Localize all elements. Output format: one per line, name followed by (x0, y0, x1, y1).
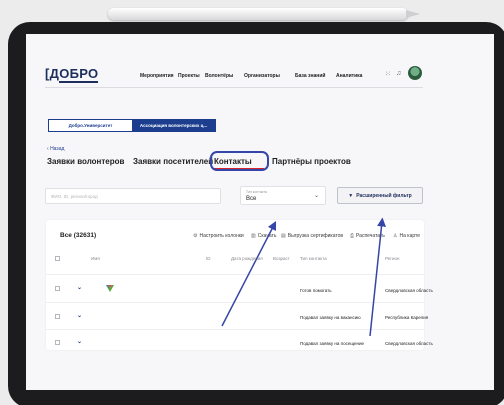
print-action[interactable]: ⎙ Распечатать (350, 233, 385, 239)
org-tab-association[interactable]: Ассоциация волонтерских ц... (132, 120, 215, 131)
search-input[interactable]: ФИО, ID, регион/город (45, 188, 221, 204)
map-person-icon: ♙ (393, 233, 398, 239)
chevron-down-icon[interactable]: ⌄ (77, 312, 82, 319)
column-contact-type[interactable]: Тип контакта (300, 256, 327, 261)
table-row-divider (46, 274, 424, 275)
row-checkbox[interactable] (55, 340, 60, 345)
region-cell: Свердловская область (385, 288, 433, 293)
grid-icon[interactable]: ⁙ (385, 70, 391, 78)
tab-visitor-applications[interactable]: Заявки посетителей (133, 157, 213, 166)
annotation-highlight-circle (210, 151, 269, 171)
avatar[interactable] (408, 66, 422, 80)
certificate-icon: ▤ (281, 233, 286, 239)
certificates-export-action[interactable]: ▤ Выгрузка сертификатов (281, 233, 343, 239)
configure-columns-action[interactable]: ⚙ Настроить колонки (193, 233, 244, 239)
download-icon: ▥ (251, 233, 256, 239)
table-row-divider (46, 329, 424, 330)
header-divider (45, 87, 423, 88)
advanced-filter-label: Расширенный фильтр (356, 192, 412, 199)
region-cell: Республика Карелия (385, 315, 429, 320)
stylus (108, 8, 420, 20)
dobro-logo[interactable]: [ДОБРО (45, 66, 99, 83)
chevron-down-icon[interactable]: ⌄ (77, 284, 82, 291)
nav-events[interactable]: Мероприятия (140, 73, 174, 79)
row-checkbox[interactable] (55, 286, 60, 291)
download-action[interactable]: ▥ Скачать (251, 233, 276, 239)
filter-icon: ▼ (348, 192, 354, 199)
gear-icon: ⚙ (193, 233, 198, 239)
nav-volunteers[interactable]: Волонтёры (205, 73, 233, 79)
total-count: Все (32631) (60, 232, 97, 239)
back-link[interactable]: ‹ Назад (47, 146, 64, 152)
contact-type-cell: Готов помогать (300, 288, 332, 293)
bell-icon[interactable]: ♫ (396, 70, 401, 77)
contacts-table-card (46, 220, 424, 350)
organization-switcher: Добро.Университет Ассоциация волонтерски… (48, 119, 216, 132)
search-placeholder: ФИО, ID, регион/город (51, 194, 98, 199)
printer-icon: ⎙ (350, 233, 355, 239)
column-id[interactable]: ID (206, 256, 211, 261)
table-row-divider (46, 302, 424, 303)
contact-type-cell: Подавал заявку на посещение (300, 341, 364, 346)
tab-volunteer-applications[interactable]: Заявки волонтеров (47, 157, 124, 166)
contact-type-value: Все (246, 196, 257, 202)
nav-knowledge-base[interactable]: База знаний (295, 73, 325, 79)
contact-type-select[interactable]: Тип контакта Все ⌄ (240, 186, 326, 205)
advanced-filter-button[interactable]: ▼ Расширенный фильтр (337, 187, 423, 204)
tab-project-partners[interactable]: Партнёры проектов (272, 157, 351, 166)
row-checkbox[interactable] (55, 314, 60, 319)
region-cell: Свердловская область (385, 341, 433, 346)
nav-organizers[interactable]: Организаторы (244, 73, 280, 79)
chevron-down-icon: ⌄ (313, 193, 319, 199)
select-all-checkbox[interactable] (55, 256, 60, 261)
nav-analytics[interactable]: Аналитика (336, 73, 362, 79)
column-age[interactable]: Возраст (273, 256, 290, 261)
org-tab-university[interactable]: Добро.Университет (49, 120, 132, 131)
map-action[interactable]: ♙ На карте (393, 233, 420, 239)
organization-logo-icon (106, 285, 114, 292)
column-name[interactable]: Имя (91, 256, 100, 261)
contact-type-cell: Подавал заявку на вакансию (300, 315, 361, 320)
chevron-down-icon[interactable]: ⌄ (77, 338, 82, 345)
column-region[interactable]: Регион (385, 256, 399, 261)
nav-projects[interactable]: Проекты (178, 73, 200, 79)
contact-type-label: Тип контакта (246, 190, 267, 194)
column-birth-date[interactable]: Дата рождения (231, 256, 263, 261)
